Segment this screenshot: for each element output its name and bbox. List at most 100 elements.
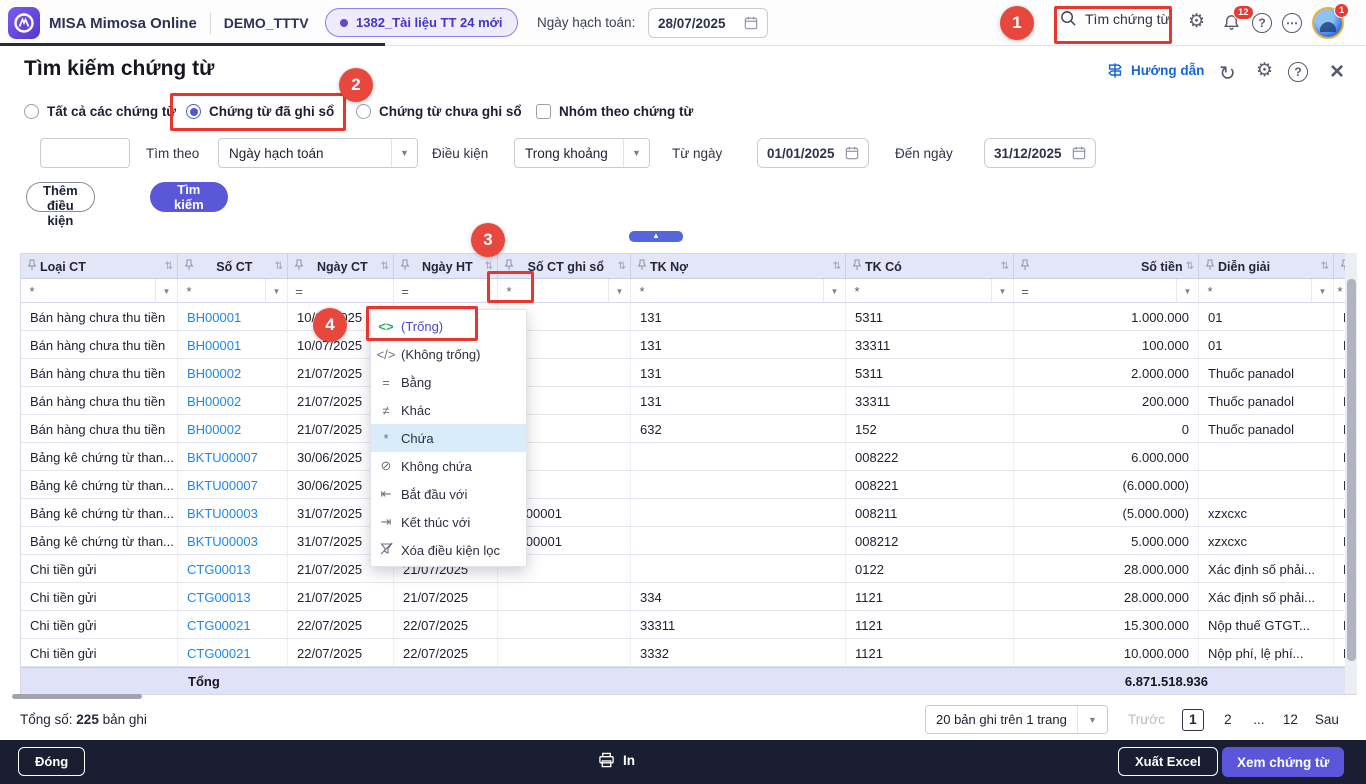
table-row[interactable]: Bán hàng chưa thu tiềnBH0000221/07/20256…	[21, 415, 1356, 443]
page-size-select[interactable]: 20 bản ghi trên 1 trang ▼	[925, 705, 1108, 734]
filter-operator-button[interactable]: *	[498, 284, 520, 299]
radio-unposted-documents[interactable]: Chứng từ chưa ghi sổ	[356, 104, 522, 119]
filter-operator-button[interactable]: *	[846, 284, 868, 299]
view-document-button[interactable]: Xem chứng từ	[1222, 747, 1344, 777]
pin-icon[interactable]	[1205, 258, 1215, 276]
chevron-down-icon[interactable]: ▼	[608, 279, 630, 303]
next-page-button[interactable]: Sau	[1315, 712, 1339, 727]
find-documents-button[interactable]: Tìm chứng từ	[1060, 10, 1170, 27]
menu-item-clear-filter[interactable]: Xóa điều kiện lọc	[371, 536, 526, 564]
chevron-down-icon[interactable]: ▼	[823, 279, 845, 303]
menu-item-starts-with[interactable]: ⇤Bắt đầu với	[371, 480, 526, 508]
search-button[interactable]: Tìm kiếm	[150, 182, 228, 212]
cell-Số CT[interactable]: BH00002	[178, 387, 288, 415]
to-date-input[interactable]: 31/12/2025	[984, 138, 1096, 168]
chevron-down-icon[interactable]: ▼	[265, 279, 287, 303]
page-button[interactable]: 12	[1283, 712, 1298, 727]
radio-posted-documents[interactable]: Chứng từ đã ghi sổ	[186, 104, 334, 119]
from-date-input[interactable]: 01/01/2025	[757, 138, 869, 168]
horizontal-scrollbar-thumb[interactable]	[12, 694, 142, 699]
pin-icon[interactable]	[637, 258, 647, 276]
column-filter-Số tiền[interactable]: =▼	[1014, 279, 1199, 303]
column-header-Diễn giải[interactable]: Diễn giải⇅	[1199, 254, 1334, 279]
pin-icon[interactable]	[400, 258, 410, 276]
sort-icon[interactable]: ⇅	[1186, 261, 1194, 272]
panel-settings-icon[interactable]: ⚙	[1256, 61, 1273, 80]
print-button[interactable]: In	[598, 752, 635, 768]
pin-icon[interactable]	[294, 258, 304, 276]
sort-icon[interactable]: ⇅	[1001, 261, 1009, 272]
filter-operator-button[interactable]: =	[394, 284, 416, 299]
menu-item-not-empty[interactable]: </>(Không trống)	[371, 340, 526, 368]
calendar-icon[interactable]	[845, 146, 859, 160]
sort-icon[interactable]: ⇅	[275, 261, 283, 272]
search-value-input[interactable]	[40, 138, 130, 168]
table-row[interactable]: Bán hàng chưa thu tiềnBH0000221/07/20251…	[21, 359, 1356, 387]
cell-Số CT[interactable]: BKTU00007	[178, 471, 288, 499]
group-by-document-checkbox[interactable]: Nhóm theo chứng từ	[536, 104, 693, 119]
table-row[interactable]: Chi tiền gửiCTG0001321/07/202521/07/2025…	[21, 555, 1356, 583]
menu-item-not-contains[interactable]: ⊘Không chứa	[371, 452, 526, 480]
posting-date-input[interactable]: 28/07/2025	[648, 8, 768, 38]
filter-operator-button[interactable]: *	[631, 284, 653, 299]
cell-Số CT[interactable]: CTG00013	[178, 555, 288, 583]
cell-Số CT[interactable]: BH00001	[178, 303, 288, 331]
column-filter-TK Có[interactable]: *▼	[846, 279, 1014, 303]
table-row[interactable]: Chi tiền gửiCTG0002122/07/202522/07/2025…	[21, 611, 1356, 639]
column-filter-Số CT ghi sổ[interactable]: *▼	[498, 279, 631, 303]
add-condition-button[interactable]: Thêm điều kiện	[26, 182, 95, 212]
menu-item-ends-with[interactable]: ⇥Kết thúc với	[371, 508, 526, 536]
chevron-down-icon[interactable]: ▼	[391, 139, 417, 167]
filter-operator-button[interactable]: *	[1199, 284, 1221, 299]
cell-Số CT[interactable]: CTG00021	[178, 639, 288, 667]
sort-icon[interactable]: ⇅	[381, 261, 389, 272]
column-header-Ngày CT[interactable]: Ngày CT⇅	[288, 254, 394, 279]
filter-operator-button[interactable]: =	[1014, 284, 1036, 299]
page-button[interactable]: ...	[1252, 712, 1266, 727]
cell-Số CT[interactable]: BKTU00003	[178, 527, 288, 555]
menu-item-empty[interactable]: <>(Trống)	[371, 312, 526, 340]
cell-Số CT[interactable]: BH00002	[178, 415, 288, 443]
collapse-panel-button[interactable]: ▲	[629, 231, 683, 242]
help-icon[interactable]: ?	[1252, 13, 1272, 33]
radio-all-documents[interactable]: Tất cả các chứng từ	[24, 104, 176, 119]
page-button[interactable]: 2	[1221, 712, 1235, 727]
column-header-Số CT ghi sổ[interactable]: Số CT ghi sổ⇅	[498, 254, 631, 279]
chevron-down-icon[interactable]: ▼	[1176, 279, 1198, 303]
column-filter-Diễn giải[interactable]: *▼	[1199, 279, 1334, 303]
chevron-down-icon[interactable]: ▼	[991, 279, 1013, 303]
panel-help-icon[interactable]: ?	[1288, 62, 1308, 82]
table-row[interactable]: Bảng kê chứng từ than...BKTU0000730/06/2…	[21, 443, 1356, 471]
settings-icon[interactable]: ⚙	[1188, 12, 1205, 31]
vertical-scrollbar-thumb[interactable]	[1347, 279, 1356, 661]
menu-item-not-equals[interactable]: ≠Khác	[371, 396, 526, 424]
more-options-icon[interactable]: ⋯	[1282, 13, 1302, 33]
cell-Số CT[interactable]: BKTU00007	[178, 443, 288, 471]
column-header-TK Có[interactable]: TK Có⇅	[846, 254, 1014, 279]
page-current[interactable]: 1	[1182, 709, 1204, 731]
chevron-down-icon[interactable]: ▼	[1077, 706, 1107, 733]
table-row[interactable]: Bảng kê chứng từ than...BKTU0000730/06/2…	[21, 471, 1356, 499]
notifications-bell-icon[interactable]: 12	[1222, 13, 1241, 32]
table-row[interactable]: Bảng kê chứng từ than...BKTU0000331/07/2…	[21, 527, 1356, 555]
condition-select[interactable]: Trong khoảng ▼	[514, 138, 650, 168]
filter-operator-button[interactable]: =	[288, 284, 310, 299]
cell-Số CT[interactable]: BH00001	[178, 331, 288, 359]
menu-item-contains[interactable]: *Chứa	[371, 424, 526, 452]
cell-Số CT[interactable]: CTG00013	[178, 583, 288, 611]
table-row[interactable]: Bán hàng chưa thu tiềnBH0000221/07/20251…	[21, 387, 1356, 415]
pin-icon[interactable]	[852, 258, 862, 276]
close-button[interactable]: Đóng	[18, 747, 85, 776]
calendar-icon[interactable]	[744, 16, 758, 30]
chevron-down-icon[interactable]: ▼	[1311, 279, 1333, 303]
column-header-Ngày HT[interactable]: Ngày HT⇅	[394, 254, 498, 279]
user-avatar[interactable]: 1	[1312, 7, 1344, 39]
sort-icon[interactable]: ⇅	[618, 261, 626, 272]
table-row[interactable]: Chi tiền gửiCTG0002122/07/202522/07/2025…	[21, 639, 1356, 667]
column-filter-TK Nợ[interactable]: *▼	[631, 279, 846, 303]
pin-icon[interactable]	[504, 258, 514, 276]
close-icon[interactable]: ×	[1330, 58, 1344, 86]
chevron-down-icon[interactable]: ▼	[623, 139, 649, 167]
chevron-down-icon[interactable]: ▼	[155, 279, 177, 303]
table-row[interactable]: Bán hàng chưa thu tiềnBH0000110/07/20251…	[21, 303, 1356, 331]
